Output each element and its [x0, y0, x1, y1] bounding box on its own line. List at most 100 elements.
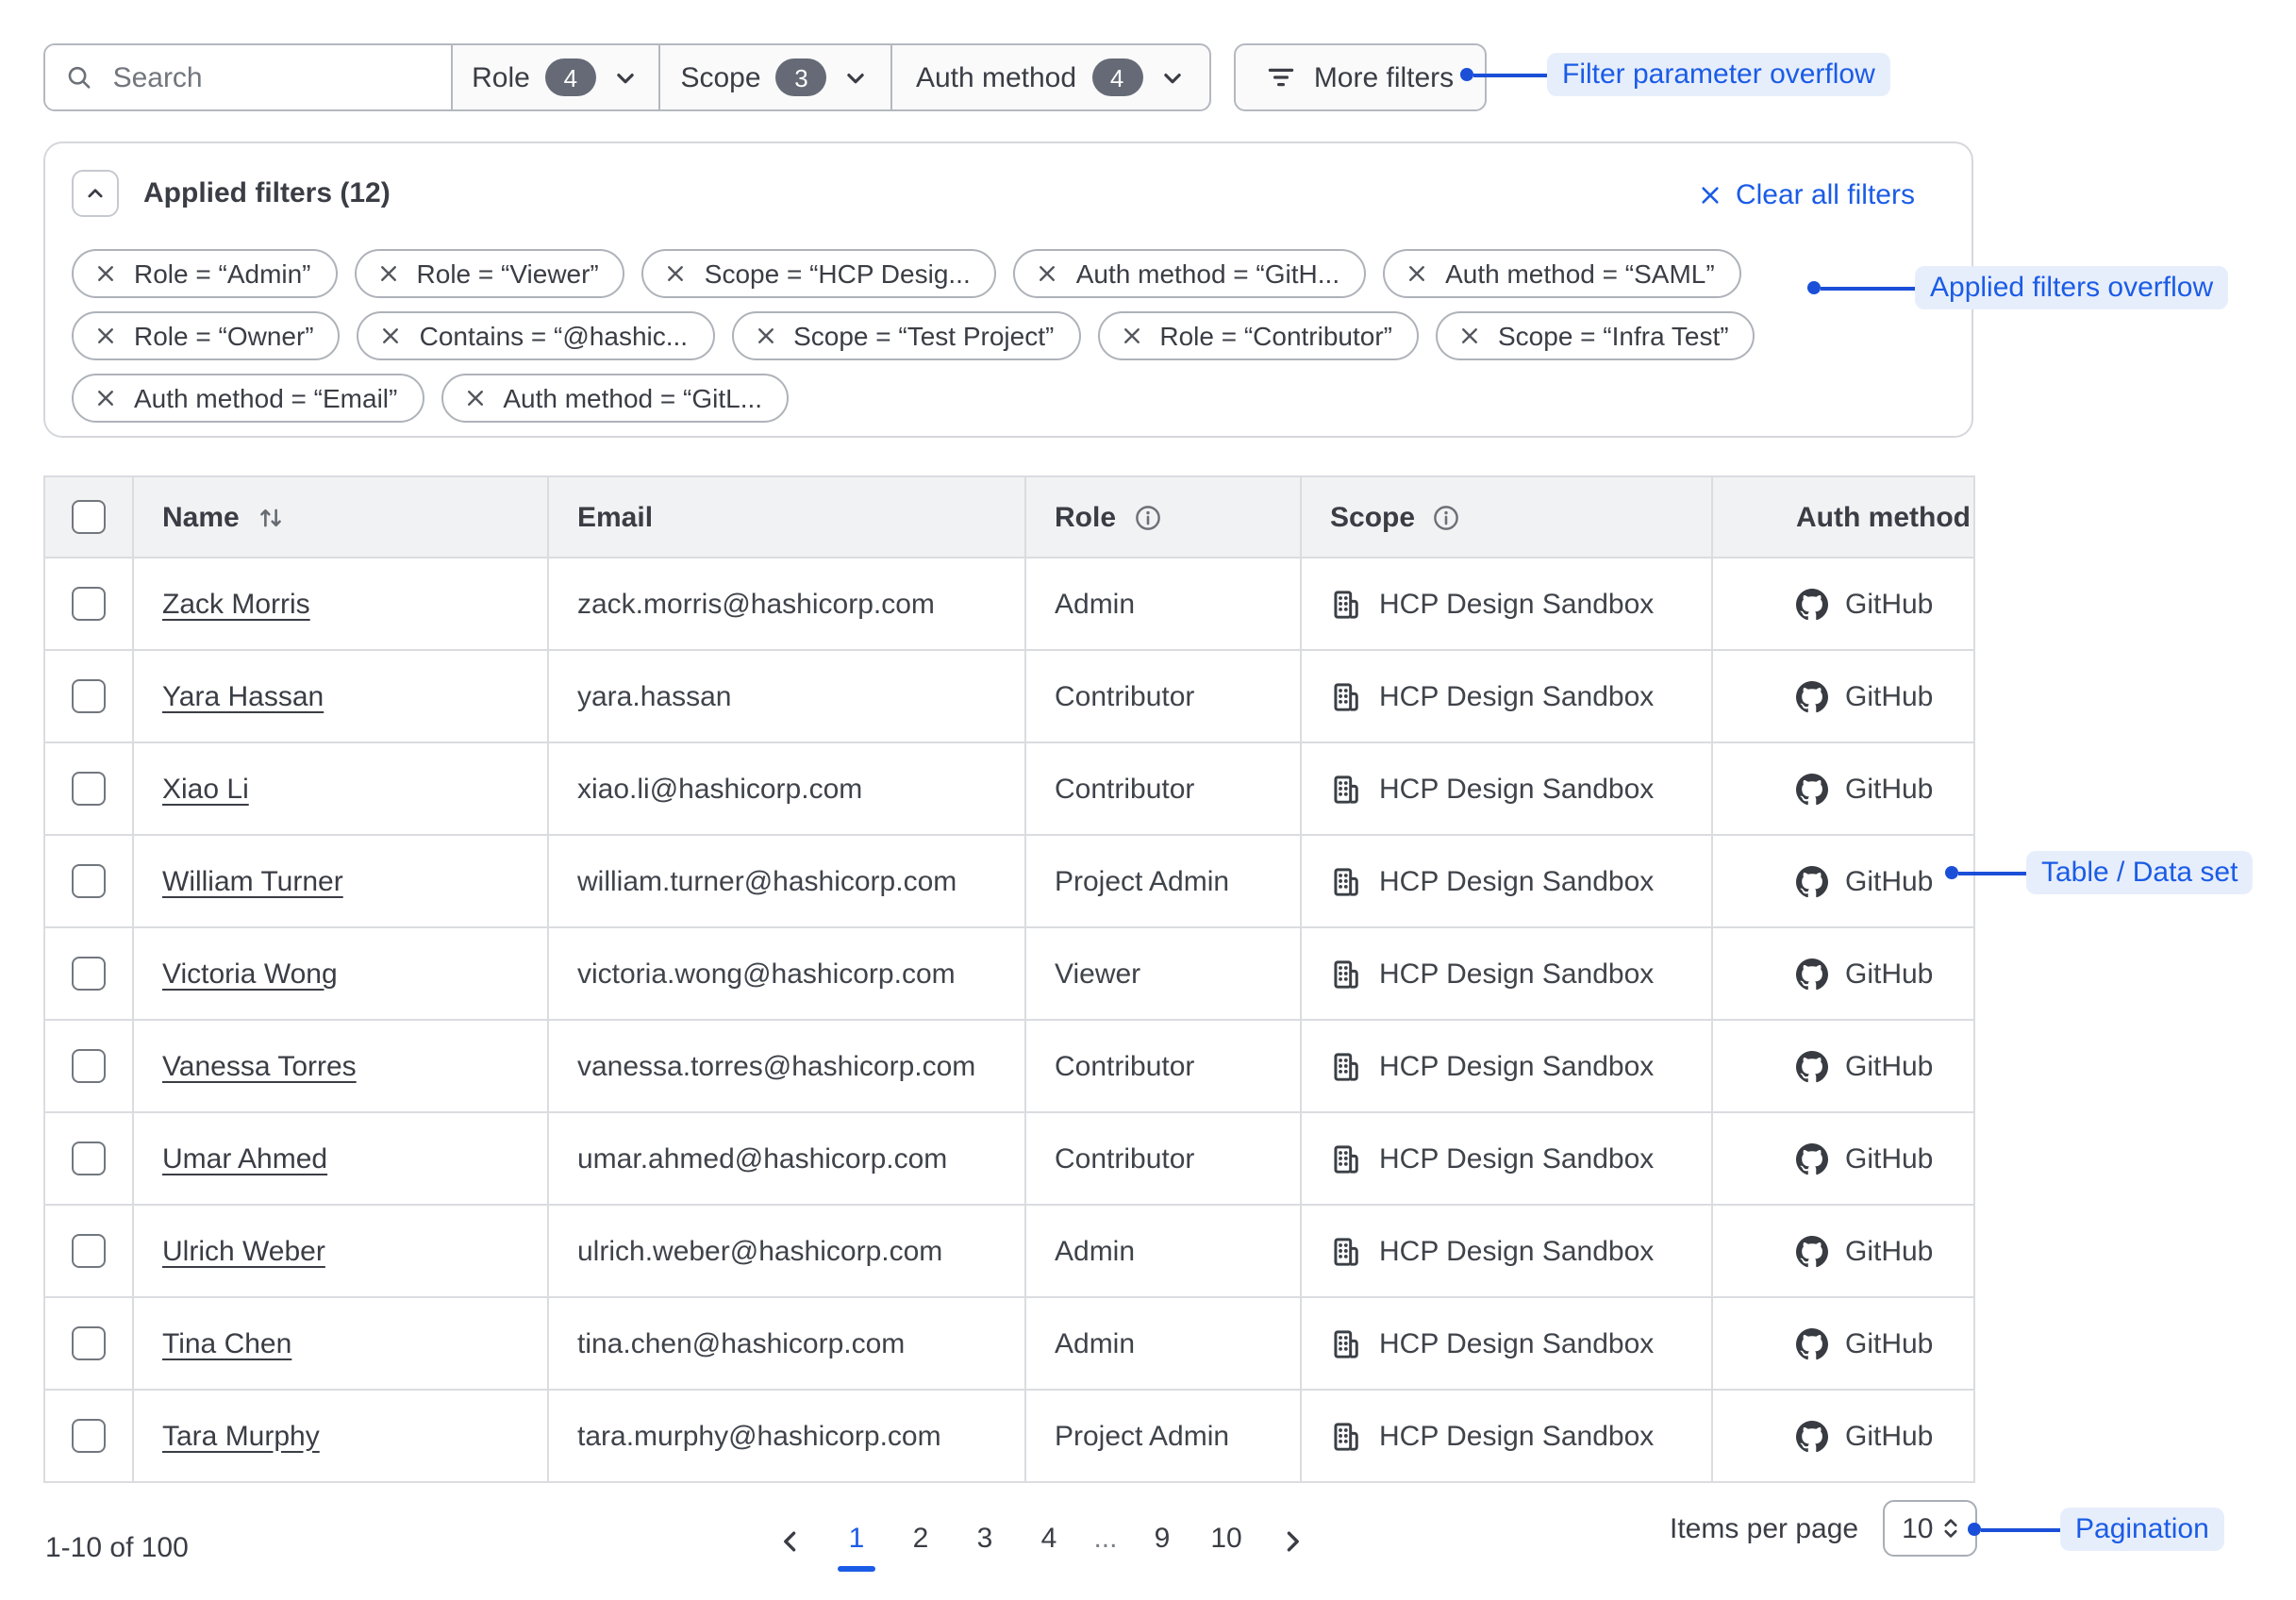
user-name-link[interactable]: Zack Morris: [162, 588, 310, 620]
user-name-link[interactable]: Yara Hassan: [162, 680, 324, 712]
more-filters-label: More filters: [1314, 61, 1454, 93]
row-checkbox[interactable]: [72, 957, 106, 991]
row-checkbox[interactable]: [72, 587, 106, 621]
github-icon: [1796, 865, 1828, 897]
more-filters-button[interactable]: More filters: [1234, 43, 1487, 111]
annotation-applied-filters-overflow: Applied filters overflow: [1807, 266, 2228, 309]
remove-filter-icon[interactable]: [1037, 262, 1059, 285]
next-page-button[interactable]: [1277, 1517, 1307, 1557]
column-header-role: Role: [1025, 476, 1301, 558]
applied-filters-title: Applied filters (12): [143, 177, 391, 209]
page-number[interactable]: 10: [1204, 1517, 1249, 1572]
annotation-dot: [1968, 1523, 1981, 1536]
user-email: tina.chen@hashicorp.com: [548, 1297, 1025, 1390]
user-auth-method: GitHub: [1845, 773, 1933, 805]
remove-filter-icon[interactable]: [94, 262, 117, 285]
search-input[interactable]: [109, 59, 430, 95]
user-auth-method: GitHub: [1845, 1235, 1933, 1267]
table-body: Zack Morris zack.morris@hashicorp.com Ad…: [44, 558, 1974, 1482]
page-numbers: 1 2 3 4 ... 9 10: [834, 1517, 1249, 1572]
user-name-link[interactable]: Vanessa Torres: [162, 1050, 357, 1082]
user-name-link[interactable]: Tina Chen: [162, 1327, 291, 1359]
row-checkbox[interactable]: [72, 1142, 106, 1175]
page-number[interactable]: 2: [898, 1517, 943, 1572]
members-table: Name Email Role Scope Auth method Zack M…: [43, 475, 1975, 1483]
applied-filter-tag: Scope = “HCP Desig...: [642, 249, 997, 298]
previous-page-button[interactable]: [775, 1517, 806, 1557]
user-role: Admin: [1025, 1205, 1301, 1297]
clear-x-icon: [1698, 183, 1722, 208]
row-checkbox[interactable]: [72, 1234, 106, 1268]
filter-dropdown-role[interactable]: Role 4: [451, 45, 658, 109]
applied-filter-tag: Role = “Owner”: [72, 311, 341, 360]
remove-filter-icon[interactable]: [94, 387, 117, 409]
pagination-controls: 1 2 3 4 ... 9 10: [766, 1517, 1317, 1572]
chevron-right-icon: [1277, 1526, 1307, 1557]
sort-icon: [257, 503, 285, 531]
filter-label: Role: [472, 61, 530, 93]
filter-dropdown-auth-method[interactable]: Auth method 4: [890, 45, 1209, 109]
row-checkbox[interactable]: [72, 864, 106, 898]
column-label: Auth method: [1796, 501, 1971, 533]
filter-count-badge: 3: [776, 58, 827, 96]
remove-filter-icon[interactable]: [94, 325, 117, 347]
search-field[interactable]: [45, 45, 451, 109]
annotation-line: [1958, 871, 2026, 875]
remove-filter-icon[interactable]: [463, 387, 486, 409]
chevron-up-icon: [83, 181, 108, 206]
chevron-down-icon: [842, 63, 871, 92]
user-scope: HCP Design Sandbox: [1379, 865, 1654, 897]
column-header-name[interactable]: Name: [133, 476, 548, 558]
clear-all-filters-link[interactable]: Clear all filters: [1698, 179, 1915, 211]
annotation-label: Table / Data set: [2026, 851, 2253, 894]
row-checkbox[interactable]: [72, 1049, 106, 1083]
filter-tag-label: Auth method = “GitH...: [1076, 258, 1339, 289]
items-per-page-select[interactable]: 10: [1883, 1500, 1977, 1557]
row-checkbox[interactable]: [72, 679, 106, 713]
org-building-icon: [1330, 865, 1362, 897]
table-row: William Turner william.turner@hashicorp.…: [44, 835, 1974, 927]
table-row: Ulrich Weber ulrich.weber@hashicorp.com …: [44, 1205, 1974, 1297]
org-building-icon: [1330, 588, 1362, 620]
page-number[interactable]: 9: [1140, 1517, 1185, 1572]
user-email: zack.morris@hashicorp.com: [548, 558, 1025, 650]
row-checkbox[interactable]: [72, 1326, 106, 1360]
column-label: Role: [1055, 501, 1116, 533]
user-auth-method: GitHub: [1845, 680, 1933, 712]
user-auth-method: GitHub: [1845, 1050, 1933, 1082]
user-name-link[interactable]: Xiao Li: [162, 773, 249, 805]
remove-filter-icon[interactable]: [1458, 325, 1481, 347]
collapse-panel-button[interactable]: [72, 170, 119, 217]
remove-filter-icon[interactable]: [380, 325, 403, 347]
user-auth-method: GitHub: [1845, 588, 1933, 620]
org-building-icon: [1330, 958, 1362, 990]
remove-filter-icon[interactable]: [754, 325, 776, 347]
filter-tag-label: Role = “Viewer”: [417, 258, 599, 289]
remove-filter-icon[interactable]: [1120, 325, 1142, 347]
remove-filter-icon[interactable]: [1406, 262, 1428, 285]
applied-filter-tag: Auth method = “SAML”: [1383, 249, 1741, 298]
page-number[interactable]: 1: [834, 1517, 879, 1572]
info-icon[interactable]: [1133, 503, 1161, 531]
user-name-link[interactable]: Ulrich Weber: [162, 1235, 325, 1267]
row-checkbox[interactable]: [72, 1419, 106, 1453]
clear-all-filters-label: Clear all filters: [1736, 179, 1915, 211]
filter-dropdown-scope[interactable]: Scope 3: [658, 45, 890, 109]
user-name-link[interactable]: Tara Murphy: [162, 1420, 320, 1452]
filter-segments: Role 4 Scope 3 Auth method 4: [451, 45, 1209, 109]
user-scope: HCP Design Sandbox: [1379, 1142, 1654, 1175]
row-checkbox[interactable]: [72, 772, 106, 806]
user-name-link[interactable]: Victoria Wong: [162, 958, 338, 990]
user-scope: HCP Design Sandbox: [1379, 680, 1654, 712]
applied-filter-tag: Auth method = “Email”: [72, 374, 424, 423]
info-icon[interactable]: [1432, 503, 1460, 531]
remove-filter-icon[interactable]: [377, 262, 400, 285]
items-per-page: Items per page 10: [1670, 1500, 1977, 1557]
select-all-checkbox[interactable]: [72, 500, 106, 534]
page-number[interactable]: 4: [1026, 1517, 1072, 1572]
page-number[interactable]: 3: [962, 1517, 1007, 1572]
user-name-link[interactable]: Umar Ahmed: [162, 1142, 327, 1175]
user-role: Contributor: [1025, 1112, 1301, 1205]
user-name-link[interactable]: William Turner: [162, 865, 343, 897]
remove-filter-icon[interactable]: [665, 262, 688, 285]
